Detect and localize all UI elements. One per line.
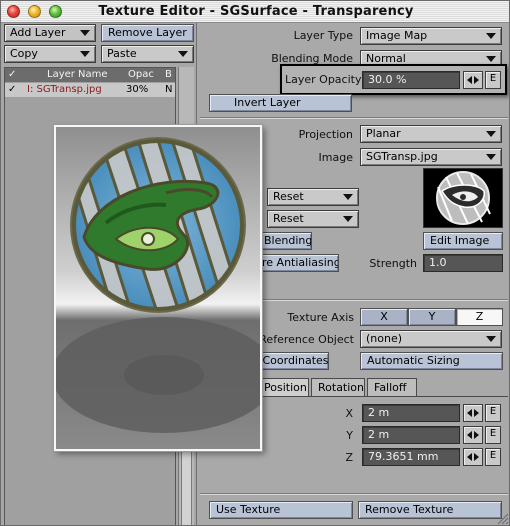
reset-dropdown-2[interactable]: Reset (267, 210, 359, 228)
tab-position[interactable]: Position (257, 378, 309, 396)
position-x-envelope-button[interactable]: E (485, 404, 501, 422)
projection-dropdown[interactable]: Planar (360, 125, 502, 143)
blending-button[interactable]: Blending (259, 232, 312, 250)
axis-x-button[interactable]: X (360, 308, 408, 326)
chevron-down-icon (486, 336, 496, 342)
column-opacity[interactable]: Opac (128, 69, 154, 80)
chevron-down-icon (343, 216, 353, 222)
divider (200, 117, 508, 119)
layer-type-dropdown[interactable]: Image Map (360, 27, 502, 45)
automatic-sizing-button[interactable]: Automatic Sizing (360, 352, 503, 370)
position-z-stepper[interactable] (463, 448, 483, 466)
tab-rotation[interactable]: Rotation (311, 378, 365, 396)
position-x-label: X (345, 407, 353, 420)
antialiasing-button[interactable]: re Antialiasing (259, 254, 339, 272)
copy-label: Copy (10, 47, 38, 60)
reset-label: Reset (273, 190, 304, 203)
column-blend[interactable]: B (165, 69, 172, 80)
column-check[interactable]: ✓ (8, 69, 16, 80)
chevron-down-icon (80, 51, 90, 57)
chevron-down-icon (343, 194, 353, 200)
layer-opacity-field[interactable]: 30.0 % (362, 71, 460, 89)
remove-layer-button[interactable]: Remove Layer (101, 24, 194, 42)
position-z-field[interactable]: 79.3651 mm (362, 448, 460, 466)
remove-texture-button[interactable]: Remove Texture (358, 501, 502, 519)
reference-object-label: Reference Object (259, 333, 354, 346)
strength-field[interactable]: 1.0 (423, 254, 503, 272)
layer-type-label: Layer Type (293, 29, 353, 42)
chevron-down-icon (486, 56, 496, 62)
chevron-down-icon (486, 131, 496, 137)
chevron-down-icon (178, 51, 188, 57)
position-z-envelope-button[interactable]: E (485, 448, 501, 466)
reset-dropdown-1[interactable]: Reset (267, 188, 359, 206)
axis-z-button[interactable]: Z (456, 308, 503, 326)
projection-label: Projection (298, 128, 353, 141)
image-thumbnail (423, 168, 503, 228)
position-x-field[interactable]: 2 m (362, 404, 460, 422)
layer-opacity-envelope-button[interactable]: E (485, 71, 501, 89)
strength-label: Strength (369, 257, 417, 270)
copy-dropdown[interactable]: Copy (4, 45, 96, 63)
invert-layer-button[interactable]: Invert Layer (209, 94, 352, 112)
position-x-stepper[interactable] (463, 404, 483, 422)
add-layer-dropdown[interactable]: Add Layer (4, 24, 96, 42)
layer-opacity-label: Layer Opacity (285, 73, 362, 86)
resize-grip-icon[interactable] (495, 511, 509, 525)
projection-value: Planar (366, 127, 401, 140)
chevron-down-icon (80, 30, 90, 36)
chevron-down-icon (486, 33, 496, 39)
position-z-label: Z (345, 451, 353, 464)
reference-object-dropdown[interactable]: (none) (360, 330, 502, 348)
layer-type-value: Image Map (366, 29, 428, 42)
layer-opacity-stepper[interactable] (463, 71, 483, 89)
image-dropdown[interactable]: SGTransp.jpg (360, 148, 502, 166)
layer-row[interactable]: ✓ I: SGTransp.jpg 30% N (5, 83, 175, 97)
texture-preview-image (54, 125, 262, 451)
position-y-envelope-button[interactable]: E (485, 426, 501, 444)
add-layer-label: Add Layer (10, 26, 66, 39)
thumbnail-graphic (424, 169, 502, 227)
use-texture-button[interactable]: Use Texture (209, 501, 353, 519)
image-label: Image (318, 151, 353, 164)
window-title: Texture Editor - SGSurface - Transparenc… (98, 4, 414, 19)
layer-opacity: 30% (126, 84, 149, 95)
position-y-stepper[interactable] (463, 426, 483, 444)
edit-image-button[interactable]: Edit Image (423, 232, 503, 250)
layer-enabled-check[interactable]: ✓ (8, 84, 16, 95)
layer-list-header: ✓ Layer Name Opac B (5, 68, 175, 82)
position-y-field[interactable]: 2 m (362, 426, 460, 444)
reset-label: Reset (273, 212, 304, 225)
texture-editor-window: Texture Editor - SGSurface - Transparenc… (0, 0, 510, 526)
reference-object-value: (none) (366, 332, 403, 345)
divider (200, 493, 508, 495)
title-bar: Texture Editor - SGSurface - Transparenc… (1, 1, 509, 23)
tab-falloff[interactable]: Falloff (367, 378, 417, 396)
texture-axis-label: Texture Axis (287, 311, 354, 324)
column-layer-name[interactable]: Layer Name (47, 69, 108, 80)
paste-label: Paste (107, 47, 137, 60)
paste-dropdown[interactable]: Paste (101, 45, 194, 63)
stained-glass-render (56, 127, 260, 449)
chevron-down-icon (486, 154, 496, 160)
position-y-label: Y (346, 429, 353, 442)
layer-name: I: SGTransp.jpg (27, 84, 102, 95)
layer-blend-mode: N (165, 84, 173, 95)
image-value: SGTransp.jpg (366, 150, 438, 163)
axis-y-button[interactable]: Y (408, 308, 456, 326)
